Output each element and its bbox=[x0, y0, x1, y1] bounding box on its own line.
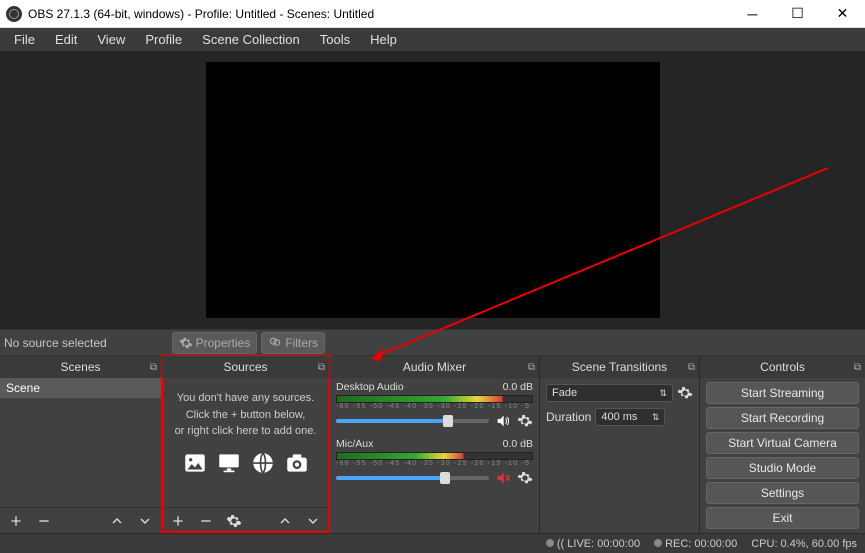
live-status: (( LIVE: 00:00:00 bbox=[546, 538, 640, 550]
preview-area bbox=[0, 51, 865, 329]
source-properties-button[interactable] bbox=[224, 511, 244, 531]
channel-name: Desktop Audio bbox=[336, 381, 404, 393]
scenes-dock: Scenes ⧉ Scene bbox=[0, 356, 162, 533]
menu-view[interactable]: View bbox=[87, 29, 135, 50]
audio-meter bbox=[336, 452, 533, 460]
source-remove-button[interactable] bbox=[196, 511, 216, 531]
start-recording-button[interactable]: Start Recording bbox=[706, 407, 859, 429]
source-toolbar: No source selected Properties Filters bbox=[0, 329, 865, 356]
mixer-channel: Mic/Aux0.0 dB -60 -55 -50 -45 -40 -35 -3… bbox=[330, 435, 539, 492]
camera-icon bbox=[284, 450, 310, 476]
controls-dock: Controls ⧉ Start Streaming Start Recordi… bbox=[700, 356, 865, 533]
channel-db: 0.0 dB bbox=[503, 438, 533, 450]
popout-icon[interactable]: ⧉ bbox=[528, 362, 535, 373]
obs-logo-icon bbox=[6, 6, 22, 22]
scene-remove-button[interactable] bbox=[34, 511, 54, 531]
mixer-dock: Audio Mixer ⧉ Desktop Audio0.0 dB -60 -5… bbox=[330, 356, 540, 533]
menu-file[interactable]: File bbox=[4, 29, 45, 50]
cpu-fps-status: CPU: 0.4%, 60.00 fps bbox=[751, 538, 857, 550]
speaker-muted-icon[interactable] bbox=[495, 470, 511, 486]
sources-list-empty[interactable]: You don't have any sources. Click the + … bbox=[162, 378, 329, 507]
start-streaming-button[interactable]: Start Streaming bbox=[706, 382, 859, 404]
channel-settings-icon[interactable] bbox=[517, 413, 533, 429]
globe-icon bbox=[250, 450, 276, 476]
scene-down-button[interactable] bbox=[135, 511, 155, 531]
scene-add-button[interactable] bbox=[6, 511, 26, 531]
transitions-dock: Scene Transitions ⧉ Fade⇅ Duration 400 m… bbox=[540, 356, 700, 533]
controls-header[interactable]: Controls ⧉ bbox=[700, 356, 865, 378]
minimize-button[interactable]: ─ bbox=[730, 0, 775, 27]
audio-meter bbox=[336, 395, 533, 403]
filters-button[interactable]: Filters bbox=[261, 332, 325, 354]
no-source-label: No source selected bbox=[4, 336, 107, 350]
menu-help[interactable]: Help bbox=[360, 29, 407, 50]
transition-settings-icon[interactable] bbox=[677, 385, 693, 401]
menu-edit[interactable]: Edit bbox=[45, 29, 87, 50]
transitions-header[interactable]: Scene Transitions ⧉ bbox=[540, 356, 699, 378]
menu-scene-collection[interactable]: Scene Collection bbox=[192, 29, 310, 50]
gear-icon bbox=[179, 336, 193, 350]
rec-status: REC: 00:00:00 bbox=[654, 538, 737, 550]
image-icon bbox=[182, 450, 208, 476]
sources-header[interactable]: Sources ⧉ bbox=[162, 356, 329, 378]
close-button[interactable]: ✕ bbox=[820, 0, 865, 27]
scenes-header[interactable]: Scenes ⧉ bbox=[0, 356, 161, 378]
source-add-button[interactable] bbox=[168, 511, 188, 531]
properties-button[interactable]: Properties bbox=[172, 332, 258, 354]
mixer-header[interactable]: Audio Mixer ⧉ bbox=[330, 356, 539, 378]
statusbar: (( LIVE: 00:00:00 REC: 00:00:00 CPU: 0.4… bbox=[0, 533, 865, 553]
source-down-button[interactable] bbox=[303, 511, 323, 531]
scene-up-button[interactable] bbox=[107, 511, 127, 531]
menubar: File Edit View Profile Scene Collection … bbox=[0, 28, 865, 51]
volume-slider[interactable] bbox=[336, 419, 489, 423]
popout-icon[interactable]: ⧉ bbox=[150, 362, 157, 373]
menu-tools[interactable]: Tools bbox=[310, 29, 360, 50]
transition-select[interactable]: Fade⇅ bbox=[546, 384, 673, 402]
filters-icon bbox=[268, 336, 282, 350]
channel-name: Mic/Aux bbox=[336, 438, 373, 450]
sources-dock: Sources ⧉ You don't have any sources. Cl… bbox=[162, 356, 330, 533]
start-virtual-camera-button[interactable]: Start Virtual Camera bbox=[706, 432, 859, 454]
settings-button[interactable]: Settings bbox=[706, 482, 859, 504]
preview-canvas[interactable] bbox=[206, 62, 660, 318]
speaker-icon[interactable] bbox=[495, 413, 511, 429]
window-titlebar: OBS 27.1.3 (64-bit, windows) - Profile: … bbox=[0, 0, 865, 28]
popout-icon[interactable]: ⧉ bbox=[318, 362, 325, 373]
window-title: OBS 27.1.3 (64-bit, windows) - Profile: … bbox=[28, 7, 374, 21]
exit-button[interactable]: Exit bbox=[706, 507, 859, 529]
volume-slider[interactable] bbox=[336, 476, 489, 480]
scene-item[interactable]: Scene bbox=[0, 378, 161, 398]
mixer-channel: Desktop Audio0.0 dB -60 -55 -50 -45 -40 … bbox=[330, 378, 539, 435]
source-up-button[interactable] bbox=[275, 511, 295, 531]
studio-mode-button[interactable]: Studio Mode bbox=[706, 457, 859, 479]
popout-icon[interactable]: ⧉ bbox=[854, 362, 861, 373]
channel-db: 0.0 dB bbox=[503, 381, 533, 393]
channel-settings-icon[interactable] bbox=[517, 470, 533, 486]
display-icon bbox=[216, 450, 242, 476]
maximize-button[interactable]: ☐ bbox=[775, 0, 820, 27]
popout-icon[interactable]: ⧉ bbox=[688, 362, 695, 373]
menu-profile[interactable]: Profile bbox=[135, 29, 192, 50]
duration-label: Duration bbox=[546, 410, 591, 424]
duration-input[interactable]: 400 ms⇅ bbox=[595, 408, 665, 426]
